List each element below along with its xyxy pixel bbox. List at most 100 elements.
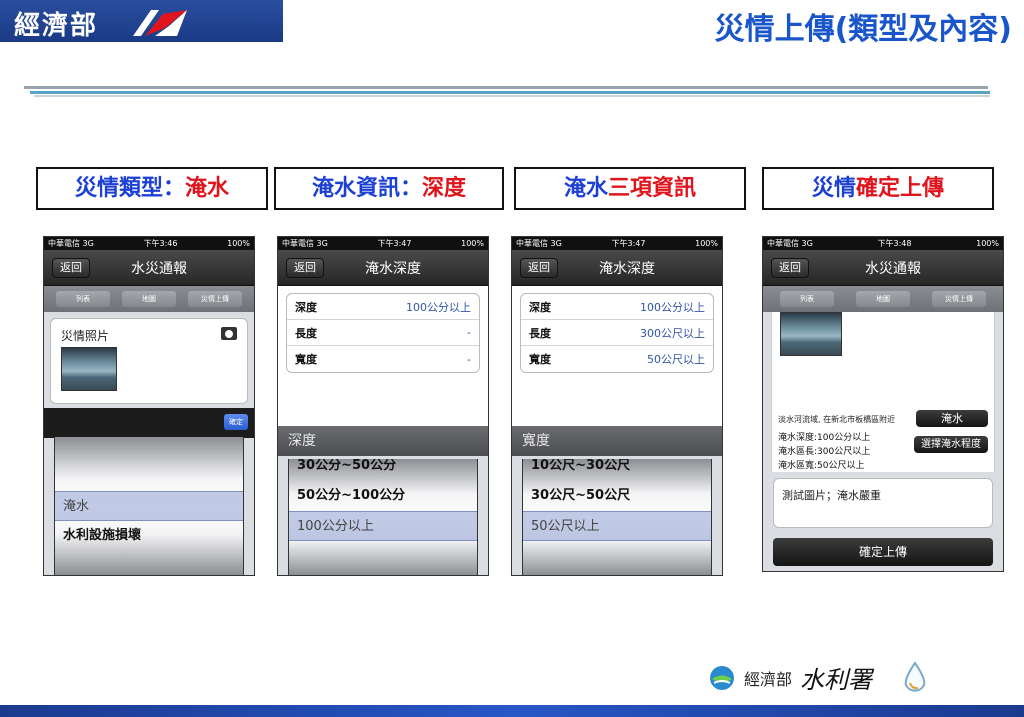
picker-toolbar: 確定 (44, 408, 254, 438)
row-value: 300公尺以上 (640, 326, 705, 340)
ministry-logo-text: 經濟部 (14, 11, 99, 41)
table-row[interactable]: 長度 - (287, 320, 479, 346)
select-level-button[interactable]: 選擇淹水程度 (914, 436, 988, 453)
picker-option[interactable]: 10公尺~30公尺 (523, 459, 711, 481)
water-droplet-icon (904, 660, 926, 692)
phone-screen-disaster-type: 中華電信 3G 下午3:46 100% 返回 水災通報 列表 地圖 災情上傳 災… (43, 236, 255, 576)
measurement-table: 深度 100公分以上 長度 - 寬度 - (286, 293, 480, 373)
footer-bar (0, 705, 1024, 717)
tab-bar: 列表 地圖 災情上傳 (44, 286, 254, 312)
row-label: 深度 (529, 300, 551, 314)
clock-text: 下午3:46 (143, 239, 178, 248)
disaster-photo (780, 312, 842, 356)
table-row[interactable]: 寬度 - (287, 346, 479, 372)
picker-option[interactable]: 30公尺~50公尺 (523, 481, 711, 511)
step-label-depth: 淹水資訊：深度 (274, 167, 504, 210)
row-label: 長度 (295, 326, 317, 340)
report-summary: 淡水河流域, 在新北市板橋區附近 淹水 淹水深度:100公分以上 淹水區長:30… (771, 312, 995, 472)
width-picker[interactable]: 10公尺~30公尺 30公尺~50公尺 50公尺以上 (522, 459, 712, 575)
confirm-button[interactable]: 確定 (224, 414, 248, 430)
disaster-photo (61, 347, 117, 391)
battery-text: 100% (461, 239, 484, 248)
form-area: 深度 100公分以上 長度 300公尺以上 寬度 50公尺以上 (512, 286, 722, 426)
clock-text: 下午3:47 (377, 239, 412, 248)
picker-header: 深度 (278, 426, 488, 456)
divider (30, 91, 990, 94)
ministry-name-small: 經濟部 (744, 669, 793, 689)
water-drop-logo-icon (710, 665, 734, 690)
form-area: 深度 100公分以上 長度 - 寬度 - (278, 286, 488, 426)
picker-option[interactable]: 50公尺以上 (523, 511, 711, 541)
row-label: 長度 (529, 326, 551, 340)
nav-title: 淹水深度 (365, 261, 421, 277)
step-label-type: 災情類型：淹水 (36, 167, 268, 210)
picker-option[interactable]: 淹水 (55, 491, 243, 521)
status-bar: 中華電信 3G 下午3:47 100% (512, 237, 722, 250)
picker-option[interactable]: 30公分~50公分 (289, 459, 477, 481)
carrier-text: 中華電信 3G (516, 239, 562, 248)
table-row[interactable]: 寬度 50公尺以上 (521, 346, 713, 372)
photo-card: 災情照片 (50, 318, 248, 404)
tab-list[interactable]: 列表 (780, 291, 834, 307)
header-logo-bar: 經濟部 (0, 0, 283, 42)
clock-text: 下午3:47 (611, 239, 646, 248)
page-title: 災情上傳(類型及內容) (714, 12, 1012, 47)
battery-text: 100% (227, 239, 250, 248)
ministry-signature: 經濟部 水利署 (708, 660, 930, 695)
depth-text: 淹水深度:100公分以上 (778, 433, 871, 443)
picker-spacer (55, 437, 243, 491)
divider (34, 95, 990, 97)
location-text: 淡水河流域, 在新北市板橋區附近 (778, 415, 896, 424)
step-label-three-items: 淹水三項資訊 (514, 167, 746, 210)
nav-bar: 返回 水災通報 (763, 250, 1003, 286)
tab-upload[interactable]: 災情上傳 (188, 291, 242, 307)
ministry-name-large: 水利署 (800, 666, 873, 694)
depth-picker[interactable]: 30公分~50公分 50公分~100公分 100公分以上 (288, 459, 478, 575)
row-value: 50公尺以上 (647, 353, 705, 366)
carrier-text: 中華電信 3G (282, 239, 328, 248)
row-label: 寬度 (295, 353, 317, 366)
tab-upload[interactable]: 災情上傳 (932, 291, 986, 307)
row-value: - (467, 326, 471, 339)
phone-screen-three-items: 中華電信 3G 下午3:47 100% 返回 淹水深度 深度 100公分以上 長度… (511, 236, 723, 576)
tab-list[interactable]: 列表 (56, 291, 110, 307)
table-row[interactable]: 深度 100公分以上 (521, 294, 713, 320)
row-label: 寬度 (529, 353, 551, 366)
row-value: - (467, 352, 471, 366)
status-bar: 中華電信 3G 下午3:46 100% (44, 237, 254, 250)
note-textarea[interactable]: 測試圖片；淹水嚴重 (773, 478, 993, 528)
length-text: 淹水區長:300公尺以上 (778, 447, 871, 457)
phone-screen-depth: 中華電信 3G 下午3:47 100% 返回 淹水深度 深度 100公分以上 長度… (277, 236, 489, 576)
photo-label: 災情照片 (61, 329, 110, 343)
clock-text: 下午3:48 (877, 239, 912, 248)
flag-emblem-icon (133, 10, 187, 36)
picker-option[interactable]: 水利設施損壞 (55, 521, 243, 551)
carrier-text: 中華電信 3G (48, 239, 94, 248)
picker-header: 寬度 (512, 426, 722, 456)
status-bar: 中華電信 3G 下午3:48 100% (763, 237, 1003, 250)
tab-bar: 列表 地圖 災情上傳 (763, 286, 1003, 312)
nav-bar: 返回 水災通報 (44, 250, 254, 286)
nav-title: 水災通報 (131, 261, 187, 277)
nav-bar: 返回 淹水深度 (278, 250, 488, 286)
battery-text: 100% (695, 239, 718, 248)
nav-title: 淹水深度 (599, 261, 655, 277)
nav-title: 水災通報 (865, 261, 921, 277)
phone-screen-confirm-upload: 中華電信 3G 下午3:48 100% 返回 水災通報 列表 地圖 災情上傳 淡… (762, 236, 1004, 572)
nav-bar: 返回 淹水深度 (512, 250, 722, 286)
row-label: 深度 (295, 300, 317, 314)
disaster-type-button[interactable]: 淹水 (916, 410, 988, 427)
tab-map[interactable]: 地圖 (856, 291, 910, 307)
tab-map[interactable]: 地圖 (122, 291, 176, 307)
picker-option[interactable]: 100公分以上 (289, 511, 477, 541)
battery-text: 100% (976, 239, 999, 248)
picker-option[interactable]: 50公分~100公分 (289, 481, 477, 511)
type-picker[interactable]: 淹水 水利設施損壞 (54, 437, 244, 575)
carrier-text: 中華電信 3G (767, 239, 813, 248)
table-row[interactable]: 長度 300公尺以上 (521, 320, 713, 346)
camera-icon[interactable] (221, 327, 237, 340)
upload-button[interactable]: 確定上傳 (773, 538, 993, 566)
table-row[interactable]: 深度 100公分以上 (287, 294, 479, 320)
measurement-table: 深度 100公分以上 長度 300公尺以上 寬度 50公尺以上 (520, 293, 714, 373)
row-value: 100公分以上 (406, 300, 471, 314)
